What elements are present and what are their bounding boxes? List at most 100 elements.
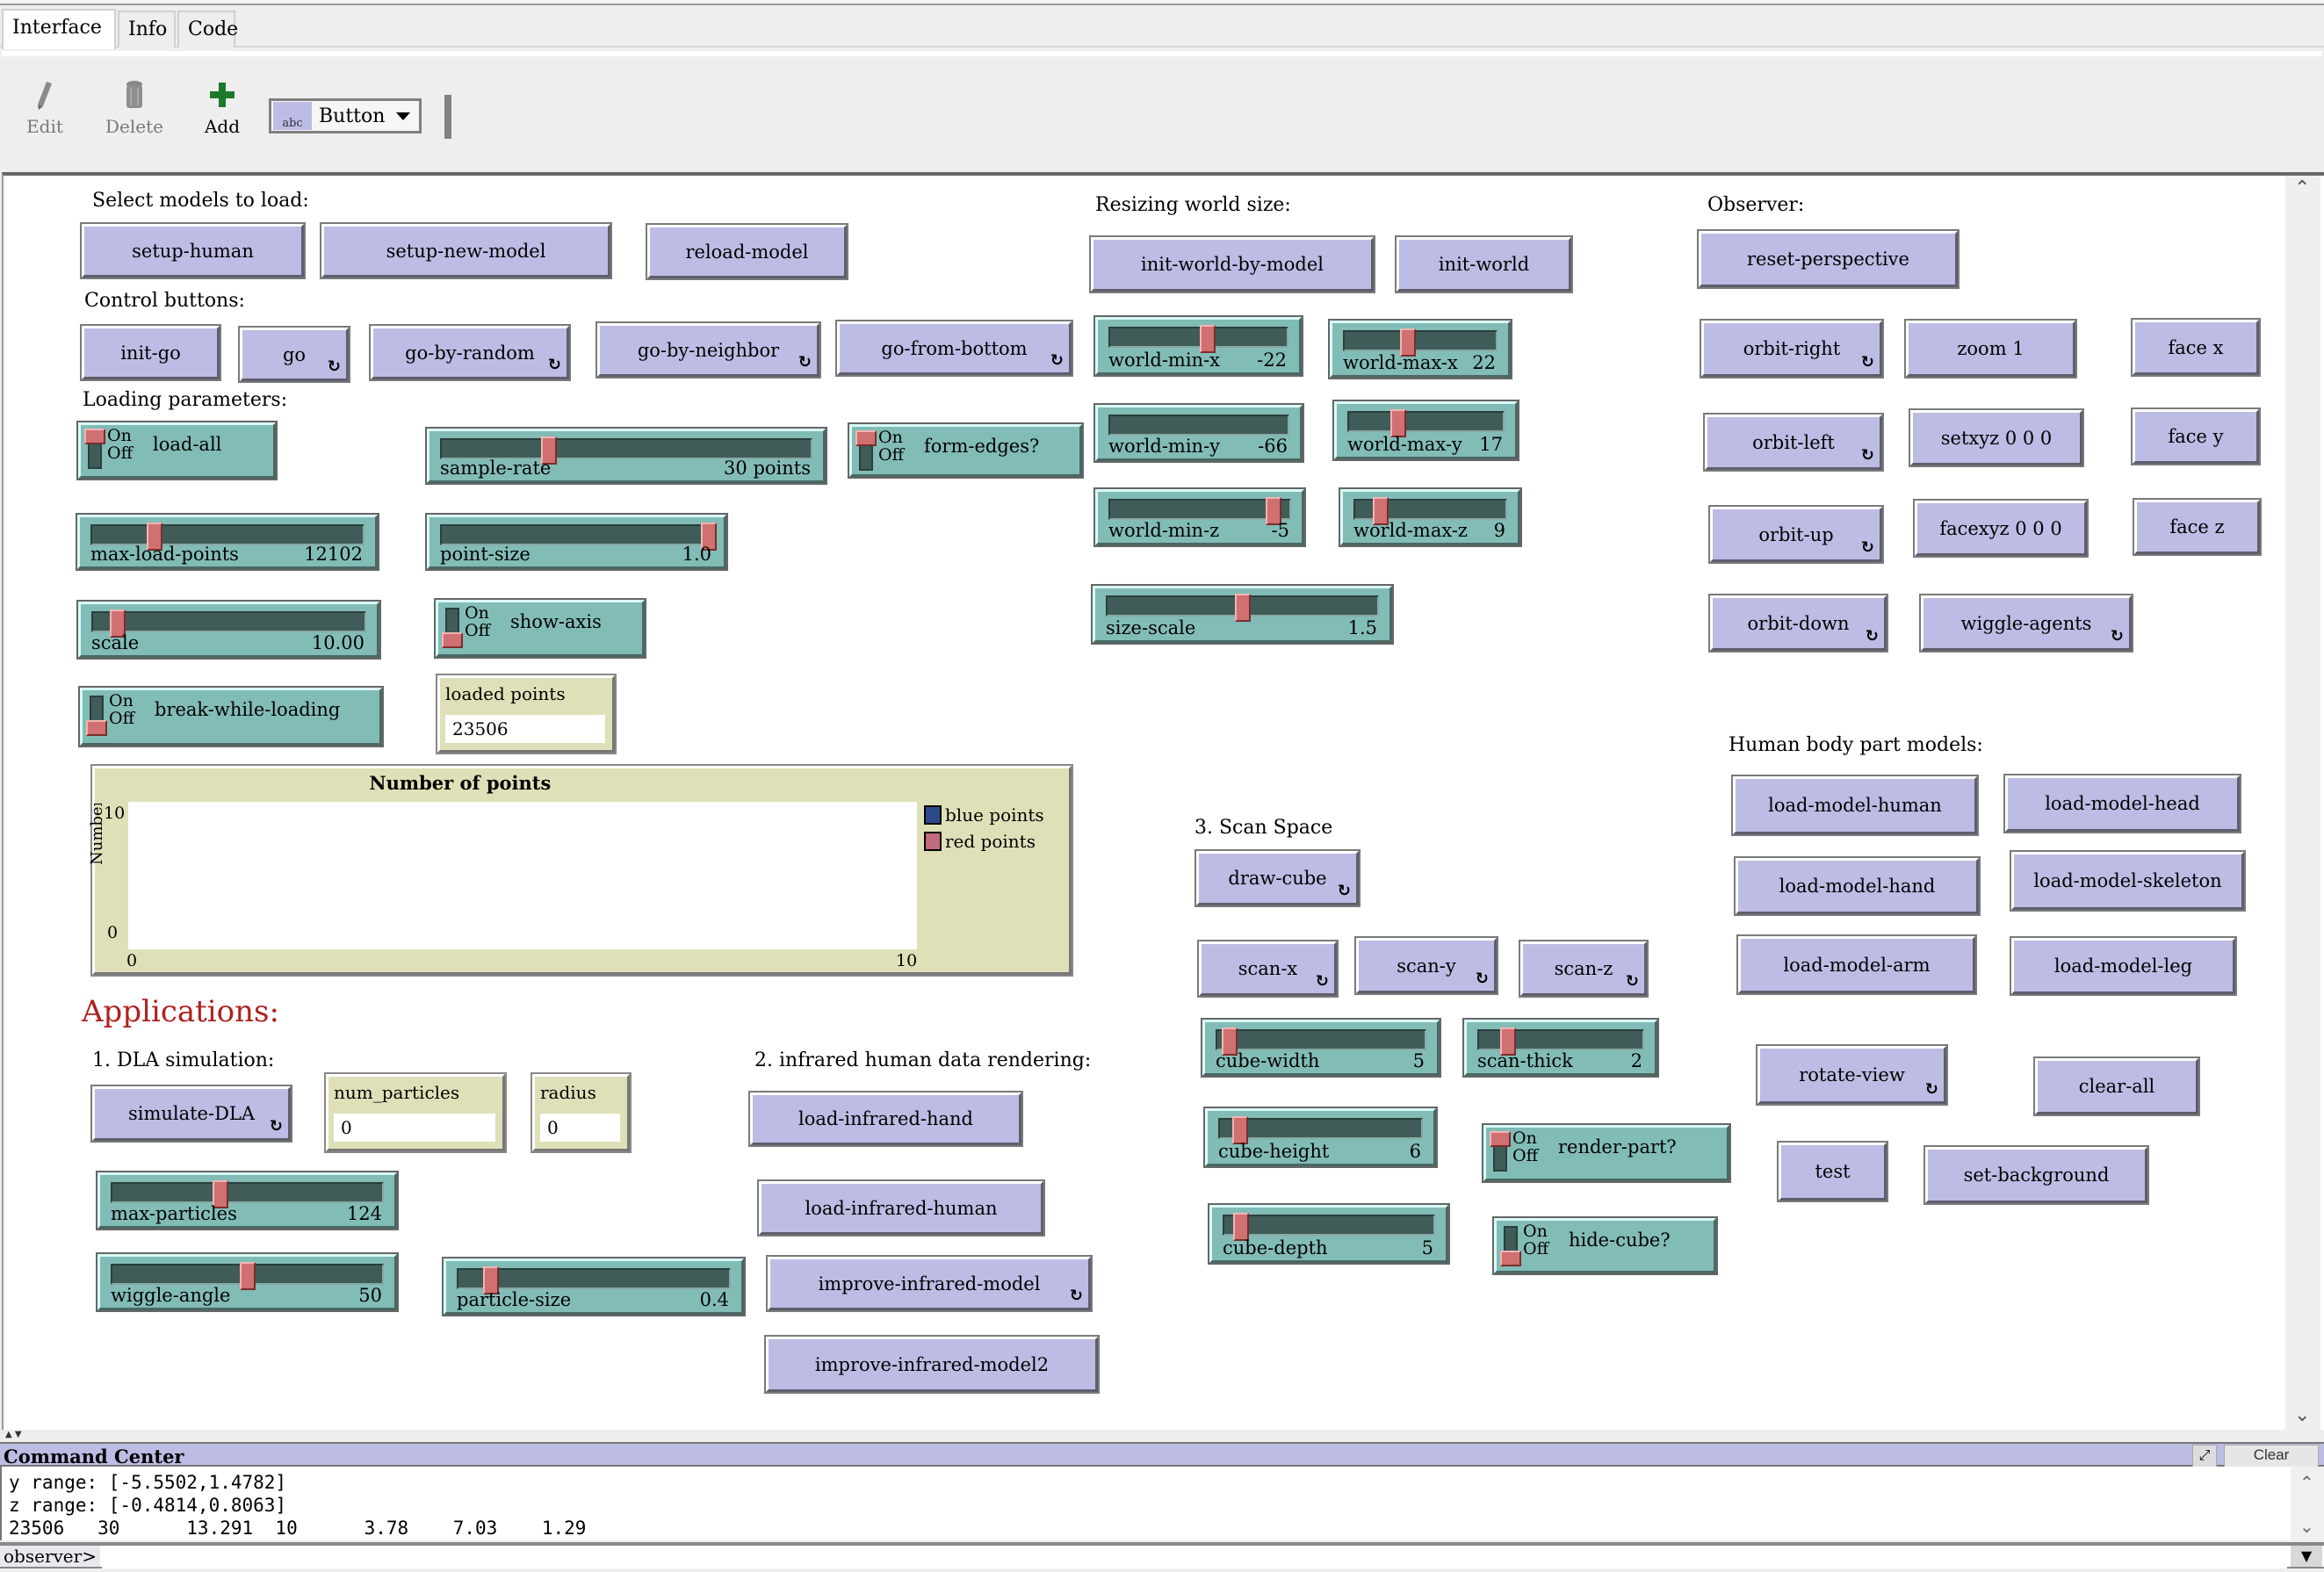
clear-button[interactable]: Clear [2224, 1445, 2319, 1467]
max-particles-slider[interactable]: max-particles 124 [96, 1171, 399, 1230]
go-by-random-button[interactable]: go-by-random ↻ [369, 324, 571, 381]
hide-cube-switch[interactable]: On Off hide-cube? [1492, 1216, 1718, 1275]
size-scale-slider[interactable]: size-scale 1.5 [1091, 584, 1394, 645]
tab-info[interactable]: Info [118, 11, 176, 47]
edit-button[interactable]: Edit [5, 74, 84, 137]
improve-infrared-model2-button[interactable]: improve-infrared-model2 [764, 1335, 1100, 1394]
rotate-view-button[interactable]: rotate-view ↻ [1756, 1044, 1948, 1106]
slider-track[interactable] [90, 523, 364, 551]
scan-z-button[interactable]: scan-z ↻ [1519, 940, 1649, 998]
slider-track[interactable] [440, 436, 812, 465]
go-by-neighbor-button[interactable]: go-by-neighbor ↻ [595, 321, 821, 379]
wiggle-agents-button[interactable]: wiggle-agents ↻ [1919, 594, 2133, 653]
scan-thick-slider[interactable]: scan-thick 2 [1462, 1018, 1659, 1078]
set-background-button[interactable]: set-background [1923, 1145, 2149, 1205]
orbit-up-button[interactable]: orbit-up ↻ [1708, 505, 1884, 564]
load-model-human-button[interactable]: load-model-human [1731, 775, 1979, 836]
scale-slider[interactable]: scale 10.00 [76, 600, 381, 660]
draw-cube-button[interactable]: draw-cube ↻ [1194, 849, 1360, 907]
facexyz-button[interactable]: facexyz 0 0 0 [1913, 499, 2089, 558]
init-world-by-model-button[interactable]: init-world-by-model [1089, 235, 1375, 293]
load-all-switch[interactable]: On Off load-all [76, 421, 278, 480]
slider-track[interactable] [111, 1262, 384, 1290]
load-model-arm-button[interactable]: load-model-arm [1736, 934, 1977, 995]
slider-track[interactable] [1108, 497, 1291, 525]
cube-height-slider[interactable]: cube-height 6 [1203, 1107, 1438, 1168]
scan-y-button[interactable]: scan-y ↻ [1354, 936, 1498, 995]
max-load-points-slider[interactable]: max-load-points 12102 [76, 513, 379, 571]
world-max-z-slider[interactable]: world-max-z 9 [1339, 487, 1522, 547]
expand-icon[interactable]: ⤢ [2192, 1445, 2217, 1467]
point-size-slider[interactable]: point-size 1.0 [425, 513, 728, 571]
face-z-button[interactable]: face z [2133, 498, 2262, 556]
go-from-bottom-button[interactable]: go-from-bottom ↻ [835, 320, 1073, 377]
tab-interface[interactable]: Interface [2, 9, 116, 49]
switch-knob[interactable] [442, 632, 463, 648]
slider-track[interactable] [91, 609, 366, 638]
break-while-loading-switch[interactable]: On Off break-while-loading [78, 686, 384, 747]
slider-track[interactable] [1218, 1116, 1423, 1144]
world-min-y-slider[interactable]: world-min-y -66 [1093, 403, 1304, 463]
world-min-x-slider[interactable]: world-min-x -22 [1093, 315, 1303, 377]
show-axis-switch[interactable]: On Off show-axis [434, 598, 646, 659]
slider-track[interactable] [1216, 1028, 1426, 1056]
simulate-dla-button[interactable]: simulate-DLA ↻ [90, 1085, 292, 1143]
output-scrollbar[interactable]: ⌃ ⌄ [2291, 1467, 2324, 1540]
slider-thumb[interactable] [239, 1262, 256, 1290]
reload-model-button[interactable]: reload-model [646, 223, 848, 280]
render-part-switch[interactable]: On Off render-part? [1482, 1123, 1731, 1183]
load-model-skeleton-button[interactable]: load-model-skeleton [2010, 850, 2246, 912]
switch-knob[interactable] [1500, 1251, 1521, 1266]
slider-track[interactable] [440, 523, 717, 551]
init-world-button[interactable]: init-world [1395, 235, 1573, 293]
slider-track[interactable] [1108, 325, 1288, 353]
particle-size-slider[interactable]: particle-size 0.4 [442, 1257, 746, 1316]
switch-knob[interactable] [84, 429, 105, 444]
observer-prompt-selector[interactable]: observer> [0, 1546, 100, 1567]
world-max-y-slider[interactable]: world-max-y 17 [1332, 400, 1519, 461]
reset-perspective-button[interactable]: reset-perspective [1697, 229, 1960, 289]
slider-thumb[interactable] [1234, 594, 1251, 622]
clear-all-button[interactable]: clear-all [2033, 1056, 2200, 1116]
history-dropdown-icon[interactable]: ▼ [2291, 1546, 2322, 1567]
command-center-splitter[interactable]: ▲ ▼ [0, 1430, 2324, 1442]
slider-track[interactable] [1106, 594, 1379, 622]
cube-depth-slider[interactable]: cube-depth 5 [1208, 1203, 1450, 1265]
load-model-leg-button[interactable]: load-model-leg [2010, 936, 2237, 996]
slider-track[interactable] [1347, 409, 1505, 437]
slider-track[interactable] [1343, 328, 1498, 357]
widget-type-select[interactable]: abc Button [269, 98, 422, 133]
add-button[interactable]: Add [183, 74, 262, 137]
slider-track[interactable] [111, 1180, 384, 1208]
slider-track[interactable] [1223, 1213, 1435, 1241]
load-infrared-hand-button[interactable]: load-infrared-hand [748, 1091, 1023, 1147]
switch-knob[interactable] [1490, 1131, 1511, 1147]
orbit-down-button[interactable]: orbit-down ↻ [1708, 594, 1888, 653]
scroll-down-icon[interactable]: ⌄ [2299, 1516, 2314, 1537]
slider-track[interactable] [457, 1266, 731, 1294]
delete-button[interactable]: Delete [95, 74, 174, 137]
switch-knob[interactable] [855, 430, 877, 446]
form-edges-switch[interactable]: On Off form-edges? [848, 422, 1084, 479]
setup-human-button[interactable]: setup-human [80, 222, 306, 279]
load-model-hand-button[interactable]: load-model-hand [1734, 856, 1981, 916]
world-max-x-slider[interactable]: world-max-x 22 [1328, 319, 1512, 379]
load-model-head-button[interactable]: load-model-head [2003, 774, 2241, 833]
zoom-1-button[interactable]: zoom 1 [1904, 319, 2077, 379]
go-button[interactable]: go ↻ [238, 326, 350, 383]
world-min-z-slider[interactable]: world-min-z -5 [1093, 487, 1306, 547]
command-input[interactable] [102, 1546, 2287, 1568]
scan-x-button[interactable]: scan-x ↻ [1197, 940, 1339, 998]
setup-new-model-button[interactable]: setup-new-model [320, 222, 612, 279]
cube-width-slider[interactable]: cube-width 5 [1201, 1018, 1441, 1078]
face-y-button[interactable]: face y [2131, 407, 2261, 465]
scroll-down-icon[interactable]: ⌄ [2294, 1404, 2310, 1426]
orbit-right-button[interactable]: orbit-right ↻ [1700, 319, 1884, 379]
sample-rate-slider[interactable]: sample-rate 30 points [425, 427, 827, 485]
setxyz-button[interactable]: setxyz 0 0 0 [1909, 408, 2084, 467]
load-infrared-human-button[interactable]: load-infrared-human [757, 1179, 1045, 1237]
slider-track[interactable] [1353, 497, 1507, 525]
orbit-left-button[interactable]: orbit-left ↻ [1703, 413, 1884, 472]
face-x-button[interactable]: face x [2131, 318, 2261, 377]
init-go-button[interactable]: init-go [80, 324, 221, 381]
